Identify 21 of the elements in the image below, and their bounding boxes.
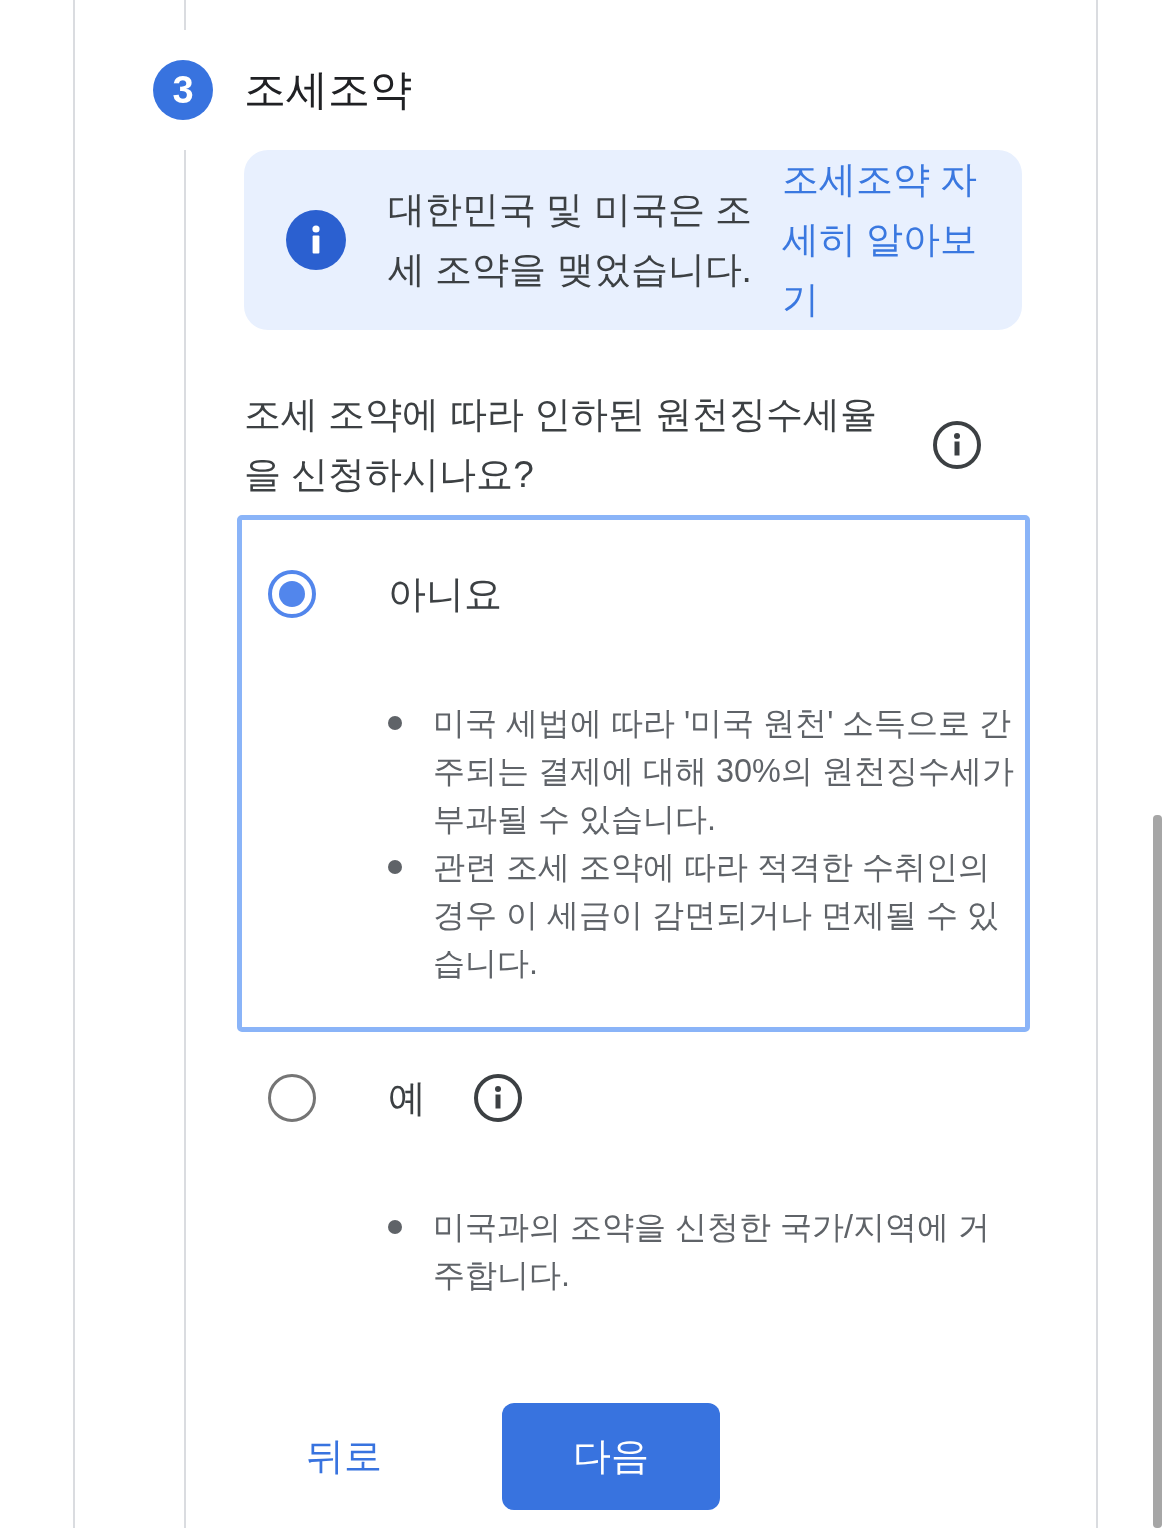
scrollbar-thumb[interactable] [1153, 815, 1162, 1528]
option-note: 관련 조세 조약에 따라 적격한 수취인의 경우 이 세금이 감면되거나 면제될 수 있습니다. [433, 848, 1000, 983]
bullet-icon [388, 860, 402, 874]
info-icon [286, 210, 346, 270]
info-icon[interactable] [474, 1074, 522, 1122]
radio-button[interactable] [268, 1074, 316, 1122]
bullet-icon [388, 1220, 402, 1234]
option-label[interactable]: 아니요 [388, 568, 502, 620]
option-note: 미국 세법에 따라 '미국 원천' 소득으로 간주되는 결제에 대해 30%의 원천징수세가 부과될 수 있습니다. [433, 704, 1015, 839]
radio-button[interactable] [268, 570, 316, 618]
next-button[interactable]: 다음 [502, 1403, 720, 1510]
bullet-icon [388, 716, 402, 730]
step-number: 3 [153, 60, 213, 120]
question-text: 조세 조약에 따라 인하된 원천징수세율을 신청하시나요? [244, 393, 879, 497]
option-label[interactable]: 예 [388, 1072, 426, 1124]
back-button[interactable]: 뒤로 [244, 1403, 444, 1510]
step-title: 조세조약 [244, 65, 412, 115]
info-banner-text: 대한민국 및 미국은 조세 조약을 맺었습니다. [388, 188, 753, 292]
learn-more-link[interactable]: 조세조약 자세히 알아보기 [782, 150, 982, 330]
info-icon[interactable] [933, 421, 981, 469]
option-note: 미국과의 조약을 신청한 국가/지역에 거주합니다. [433, 1208, 991, 1295]
